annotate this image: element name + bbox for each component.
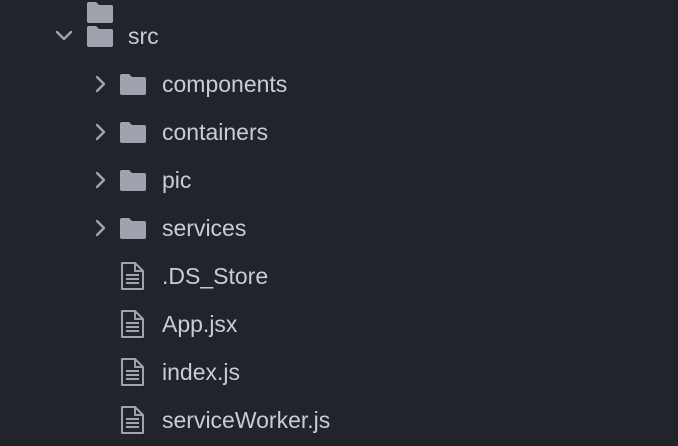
file-icon (118, 405, 148, 435)
tree-row-app-jsx[interactable]: App.jsx (0, 300, 678, 348)
tree-row-components[interactable]: components (0, 60, 678, 108)
tree-row-service-worker-js[interactable]: serviceWorker.js (0, 396, 678, 444)
tree-item-label: serviceWorker.js (162, 407, 331, 433)
chevron-right-icon[interactable] (90, 122, 110, 142)
chevron-right-icon[interactable] (90, 170, 110, 190)
tree-item-label: App.jsx (162, 311, 238, 337)
folder-icon (85, 21, 115, 51)
tree-item-label: components (162, 71, 288, 97)
file-icon (118, 357, 148, 387)
folder-icon (118, 213, 148, 243)
chevron-down-icon[interactable] (54, 26, 74, 46)
chevron-right-icon[interactable] (90, 74, 110, 94)
file-icon (118, 261, 148, 291)
tree-row-index-js[interactable]: index.js (0, 348, 678, 396)
tree-row-ds-store[interactable]: .DS_Store (0, 252, 678, 300)
tree-row-services[interactable]: services (0, 204, 678, 252)
folder-icon (118, 117, 148, 147)
tree-item-label: containers (162, 119, 269, 145)
tree-item-label: src (128, 23, 159, 49)
folder-icon (118, 69, 148, 99)
tree-row-containers[interactable]: containers (0, 108, 678, 156)
chevron-right-icon[interactable] (90, 218, 110, 238)
tree-item-label: .DS_Store (162, 263, 269, 289)
tree-row-pic[interactable]: pic (0, 156, 678, 204)
tree-item-label: pic (162, 167, 192, 193)
file-icon (118, 309, 148, 339)
tree-item-label: index.js (162, 359, 240, 385)
tree-item-label: services (162, 215, 247, 241)
folder-icon (118, 165, 148, 195)
tree-row-src[interactable]: src (0, 12, 678, 60)
file-tree: src components containers pic services .… (0, 0, 678, 446)
